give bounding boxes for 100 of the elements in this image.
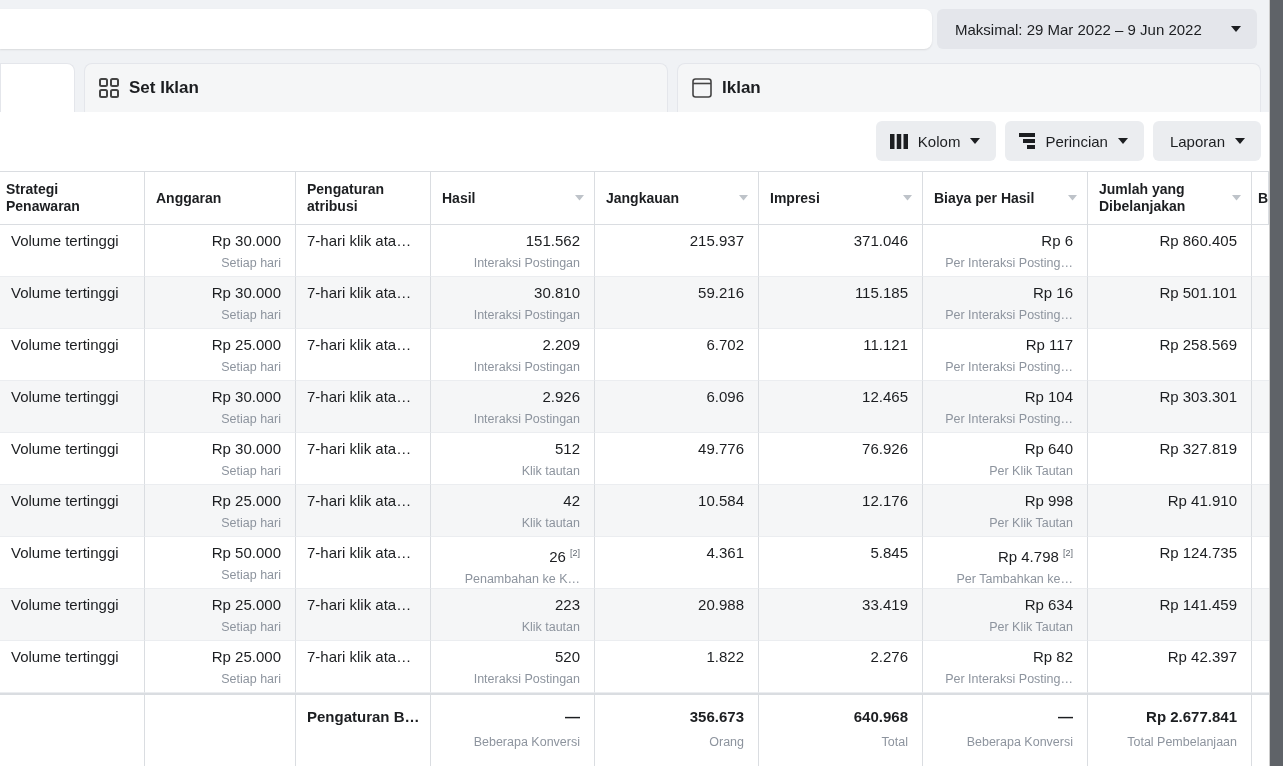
- table-cell: Rp 6: [1041, 231, 1073, 251]
- table-cell: 115.185: [854, 283, 908, 303]
- sort-caret-icon[interactable]: [1068, 195, 1077, 201]
- tab[interactable]: Iklan: [677, 63, 1261, 112]
- table-cell: Rp 501.101: [1159, 283, 1237, 303]
- toolbar-button[interactable]: Laporan: [1152, 121, 1261, 161]
- column-header[interactable]: Impresi: [770, 189, 820, 207]
- window-icon: [691, 77, 713, 99]
- tab[interactable]: [0, 63, 75, 112]
- table-cell: Rp 41.910: [1167, 491, 1237, 511]
- table-cell: 7-hari klik ata…: [307, 647, 412, 667]
- cell-caption: Per Interaksi Posting…: [945, 307, 1073, 324]
- table-cell-text: 26 $^{[2]}$: [549, 547, 580, 567]
- total-value: 356.673: [689, 707, 744, 727]
- cell-caption: Orang: [709, 734, 744, 751]
- table-cell: 59.216: [698, 283, 744, 303]
- table-cell: Rp 303.301: [1159, 387, 1237, 407]
- cell-caption: Setiap hari: [221, 463, 281, 480]
- column-header[interactable]: Anggaran: [156, 189, 222, 207]
- table-cell: 12.465: [862, 387, 908, 407]
- table-cell: 512: [554, 439, 580, 459]
- table-cell: 7-hari klik ata…: [307, 387, 412, 407]
- total-value: Rp 2.677.841: [1146, 707, 1237, 727]
- table-cell: 520: [554, 647, 580, 667]
- caret-down-icon: [1232, 195, 1241, 201]
- table-cell: 1.822: [706, 647, 744, 667]
- table-cell: 4.361: [706, 543, 744, 563]
- table-cell: Rp 30.000: [211, 231, 281, 251]
- table-cell: Rp 16: [1032, 283, 1073, 303]
- table-cell: Rp 82: [1032, 647, 1073, 667]
- sort-caret-icon[interactable]: [1232, 195, 1241, 201]
- table-cell: Volume tertinggi: [11, 595, 119, 615]
- table-cell: 49.776: [698, 439, 744, 459]
- cell-caption: Per Tambahkan ke…: [956, 571, 1073, 588]
- sort-caret-icon[interactable]: [903, 195, 912, 201]
- table-cell: 7-hari klik ata…: [307, 283, 412, 303]
- table-cell: Volume tertinggi: [11, 387, 119, 407]
- table-cell: 30.810: [534, 283, 580, 303]
- cell-caption: Per Interaksi Posting…: [945, 411, 1073, 428]
- table-cell: Rp 124.735: [1159, 543, 1237, 563]
- cell-caption: Per Klik Tautan: [989, 515, 1073, 532]
- toolbar-button[interactable]: Kolom: [875, 121, 997, 161]
- table-cell: 151.562: [525, 231, 580, 251]
- table-cell: Rp 634: [1024, 595, 1073, 615]
- breakdown-icon: [1019, 133, 1036, 149]
- caret-down-icon: [1117, 138, 1128, 144]
- cell-caption: Setiap hari: [221, 255, 281, 272]
- table-cell: 223: [554, 595, 580, 615]
- cell-caption: Klik tautan: [521, 515, 580, 532]
- total-value: —: [1058, 707, 1073, 727]
- cell-caption: Per Klik Tautan: [989, 463, 1073, 480]
- column-header[interactable]: B: [1258, 189, 1269, 207]
- table-cell: Rp 25.000: [211, 595, 281, 615]
- table-cell: Rp 30.000: [211, 283, 281, 303]
- table-cell: 7-hari klik ata…: [307, 335, 412, 355]
- toolbar-button[interactable]: Perincian: [1005, 121, 1144, 161]
- search-field[interactable]: [0, 9, 932, 49]
- table-cell: Rp 25.000: [211, 335, 281, 355]
- scrollbar[interactable]: [1269, 0, 1283, 766]
- cell-caption: Total Pembelanjaan: [1127, 734, 1237, 751]
- tab[interactable]: Set Iklan: [84, 63, 668, 112]
- cell-caption: Per Klik Tautan: [989, 619, 1073, 636]
- column-header[interactable]: Strategi Penawaran: [6, 181, 134, 215]
- sort-caret-icon[interactable]: [739, 195, 748, 201]
- table-cell: 12.176: [862, 491, 908, 511]
- caret-down-icon: [970, 138, 981, 144]
- table-cell: Volume tertinggi: [11, 491, 119, 511]
- caret-down-icon: [575, 195, 584, 201]
- table-cell: Rp 25.000: [211, 491, 281, 511]
- grid-icon: [98, 77, 120, 99]
- table-cell: Rp 258.569: [1159, 335, 1237, 355]
- table-cell: Rp 327.819: [1159, 439, 1237, 459]
- sort-caret-icon[interactable]: [575, 195, 584, 201]
- column-header[interactable]: Jumlah yang Dibelanjakan: [1099, 181, 1232, 215]
- caret-down-icon: [1231, 26, 1241, 32]
- columns-icon: [889, 133, 908, 149]
- column-header[interactable]: Biaya per Hasil: [934, 189, 1035, 207]
- column-header[interactable]: Hasil: [442, 189, 476, 207]
- cell-caption: Interaksi Postingan: [473, 411, 580, 428]
- date-range-button[interactable]: Maksimal: 29 Mar 2022 – 9 Jun 2022: [937, 9, 1257, 49]
- table-cell: Rp 30.000: [211, 387, 281, 407]
- table-cell: 11.121: [863, 335, 908, 355]
- total-value: Pengaturan B…: [307, 707, 420, 727]
- cell-caption: Per Interaksi Posting…: [945, 671, 1073, 688]
- cell-caption: Per Interaksi Posting…: [945, 359, 1073, 376]
- cell-caption: Interaksi Postingan: [473, 671, 580, 688]
- table-cell: Rp 860.405: [1159, 231, 1237, 251]
- table-cell: 7-hari klik ata…: [307, 595, 412, 615]
- table-cell: Volume tertinggi: [11, 283, 119, 303]
- total-value: 640.968: [853, 707, 908, 727]
- column-header[interactable]: Pengaturan atribusi: [307, 181, 420, 215]
- cell-caption: Setiap hari: [221, 619, 281, 636]
- caret-down-icon: [1068, 195, 1077, 201]
- table-cell: Volume tertinggi: [11, 231, 119, 251]
- table-cell: 20.988: [698, 595, 744, 615]
- table-cell: Volume tertinggi: [11, 543, 119, 563]
- cell-caption: Setiap hari: [221, 567, 281, 584]
- table-cell: Rp 42.397: [1167, 647, 1237, 667]
- column-header[interactable]: Jangkauan: [606, 189, 680, 207]
- total-value: —: [565, 707, 580, 727]
